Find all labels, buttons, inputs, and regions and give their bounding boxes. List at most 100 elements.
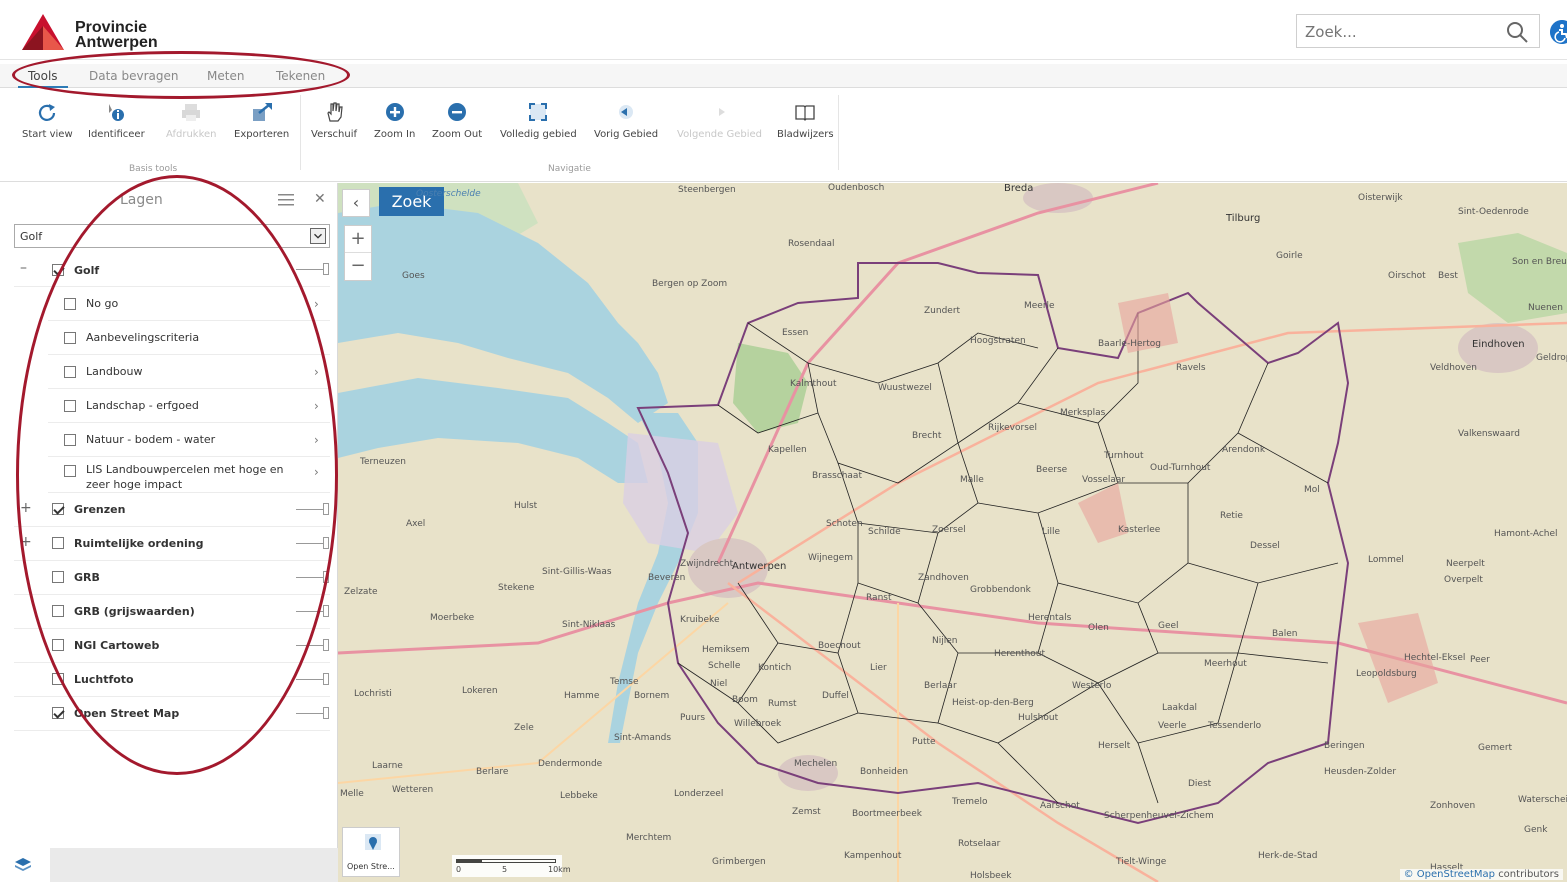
brand-line1: Provincie (75, 19, 148, 36)
opacity-slider[interactable] (296, 707, 330, 719)
map-label: Temse (610, 677, 639, 687)
identificeer-button[interactable]: Identificeer (88, 101, 145, 140)
map-zoom-control: + − (344, 225, 372, 281)
map-zoom-out-button[interactable]: − (345, 253, 371, 280)
collapse-icon[interactable]: – (20, 260, 27, 276)
map-label: Lommel (1368, 555, 1404, 565)
map-label: Willebroek (734, 719, 782, 729)
annotation-ellipse-layers (16, 175, 338, 775)
map-label: Lebbeke (560, 791, 598, 801)
map-label: Baarle-Hertog (1098, 339, 1161, 349)
zoom-in-button[interactable]: Zoom In (374, 101, 415, 140)
map-label: Zundert (924, 306, 961, 316)
start-view-button[interactable]: Start view (22, 101, 73, 140)
layers-icon[interactable] (14, 856, 32, 874)
osm-attribution-link[interactable]: © OpenStreetMap (1404, 869, 1495, 880)
map-label: Grobbendonk (970, 585, 1031, 595)
chevron-right-icon[interactable]: › (314, 297, 319, 311)
hand-icon (327, 102, 343, 122)
map-label: Boom (732, 695, 758, 705)
map-label: Tremelo (952, 797, 988, 807)
map-label: Oosterschelde (416, 189, 481, 199)
map-label: Schoten (826, 519, 863, 529)
chevron-left-icon[interactable]: ‹ (342, 189, 370, 217)
ribbon-toolbar: Start view Identificeer Afdrukken Export… (0, 89, 1567, 182)
map-label: Essen (782, 328, 809, 338)
map-label: Puurs (680, 713, 706, 723)
basemap-switcher[interactable]: Open Stre... (342, 827, 400, 877)
volledig-gebied-button[interactable]: Volledig gebied (500, 101, 577, 140)
map-label: Heusden-Zolder (1324, 767, 1397, 777)
map-label: Leopoldsburg (1356, 669, 1417, 679)
map-label: Mol (1304, 485, 1320, 495)
map-label: Grimbergen (712, 857, 766, 867)
close-icon[interactable]: ✕ (314, 191, 326, 207)
map-zoom-in-button[interactable]: + (345, 226, 371, 253)
afdrukken-button[interactable]: Afdrukken (166, 101, 217, 140)
map-label: Ravels (1176, 363, 1206, 373)
map-label: Nuenen (1528, 303, 1563, 313)
map-label: Tilburg (1226, 213, 1261, 224)
map-label: Wijnegem (808, 553, 853, 563)
map-label: Valkenswaard (1458, 429, 1520, 439)
map-label: Meerle (1024, 301, 1055, 311)
layer-group-selected-value: Golf (20, 230, 43, 243)
accessibility-icon[interactable] (1550, 20, 1567, 44)
map-label: Herk-de-Stad (1258, 851, 1318, 861)
map-label: Ranst (866, 593, 892, 603)
scale-label-0: 0 (456, 865, 462, 874)
map-label: Duffel (822, 691, 849, 701)
map-label: Goirle (1276, 251, 1303, 261)
map-label: Laarne (372, 761, 403, 771)
scale-label-10km: 10km (548, 865, 571, 874)
map-label: Beerse (1036, 465, 1068, 475)
afdrukken-label: Afdrukken (166, 129, 217, 140)
map-label: Diest (1188, 779, 1212, 789)
annotation-ellipse-tabs (12, 51, 350, 99)
map-label: Herselt (1098, 741, 1131, 751)
map-label: Westerlo (1072, 681, 1112, 691)
map-label: Hamme (564, 691, 600, 701)
search-icon[interactable] (1505, 20, 1529, 44)
provincie-logo-icon[interactable] (20, 12, 66, 52)
map-label: Scherpenheuvel-Zichem (1104, 811, 1214, 821)
opacity-slider[interactable] (296, 673, 330, 685)
map-label: Retie (1220, 511, 1243, 521)
map-label: Boechout (818, 641, 861, 651)
map-label: Beringen (1324, 741, 1365, 751)
volgende-gebied-label: Volgende Gebied (677, 129, 763, 140)
map-label: Melle (340, 789, 364, 799)
map-label: Sint-Amands (614, 733, 672, 743)
toolbar-separator (300, 95, 301, 170)
menu-icon[interactable] (278, 194, 294, 206)
map-label: Rijkevorsel (988, 423, 1037, 433)
map-label: Lokeren (462, 686, 498, 696)
search-input[interactable] (1305, 21, 1495, 43)
map-label: Londerzeel (674, 789, 724, 799)
layer-checkbox-open-street-map[interactable] (52, 707, 64, 719)
zoom-in-icon (385, 103, 404, 121)
verschuif-button[interactable]: Verschuif (311, 101, 357, 140)
map-label: Moerbeke (430, 613, 475, 623)
brand-name[interactable]: Provincie Antwerpen (75, 19, 158, 51)
volgende-gebied-button[interactable]: Volgende Gebied (677, 101, 762, 140)
toolbar-separator (838, 95, 839, 170)
bladwijzers-button[interactable]: Bladwijzers (777, 101, 834, 140)
map-label: Genk (1524, 825, 1548, 835)
map-label: Peer (1470, 655, 1490, 665)
zoom-out-icon (448, 103, 467, 121)
vorig-gebied-button[interactable]: Vorig Gebied (594, 101, 658, 140)
map-label: Vosselaar (1082, 475, 1126, 485)
map-label: Waterschei (1518, 795, 1567, 805)
map-pin-icon (365, 834, 381, 850)
map-view[interactable]: ‹ Zoek + − Steenbergen Oudenbosch Breda … (338, 183, 1567, 882)
scale-label-5: 5 (502, 865, 508, 874)
opacity-slider[interactable] (296, 263, 330, 275)
map-label: Oisterwijk (1358, 193, 1403, 203)
map-label: Laakdal (1162, 703, 1197, 713)
map-label: Tessenderlo (1208, 721, 1262, 731)
exporteren-button[interactable]: Exporteren (234, 101, 289, 140)
zoom-out-button[interactable]: Zoom Out (432, 101, 482, 140)
map-label: Stekene (498, 583, 535, 593)
map-label: Kalmthout (790, 379, 837, 389)
